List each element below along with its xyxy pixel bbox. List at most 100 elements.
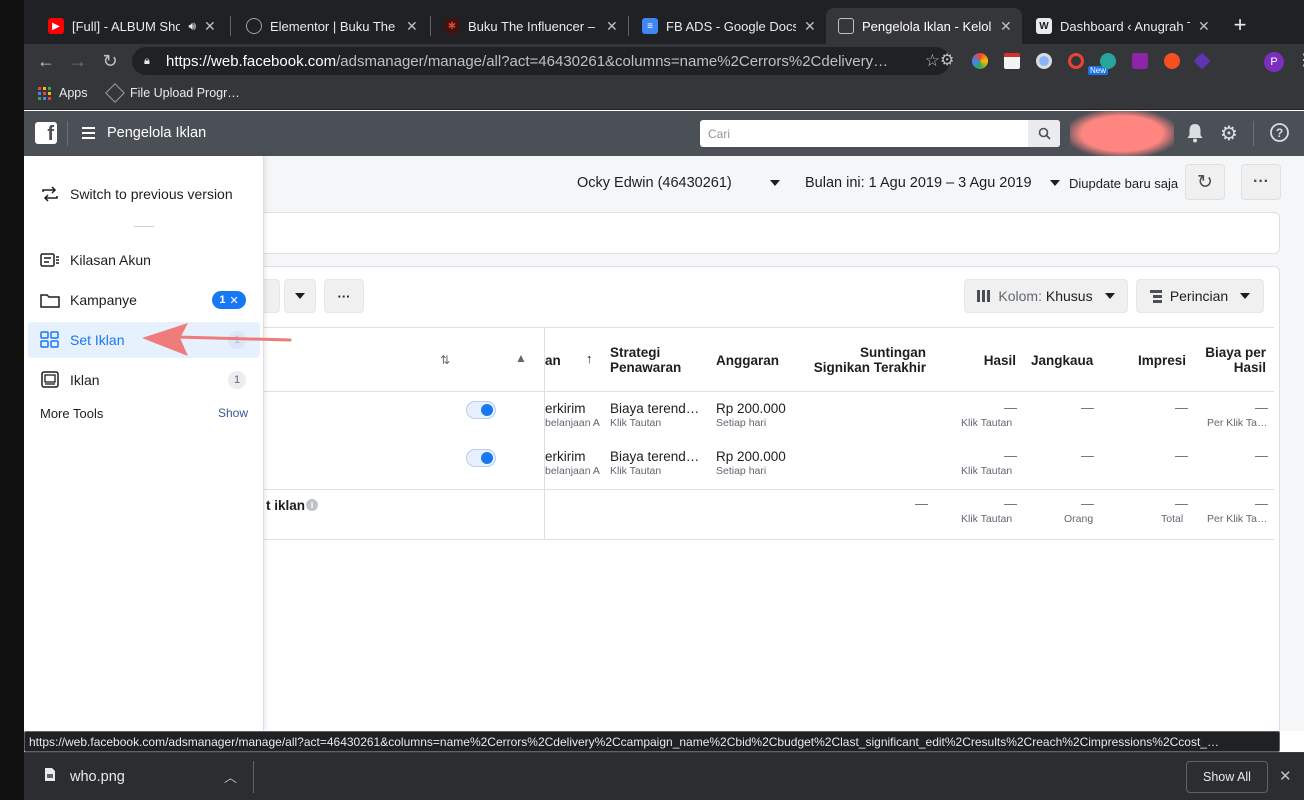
search-icon[interactable] [1028, 120, 1060, 147]
chevron-down-icon [769, 180, 780, 187]
diamond-extension-icon[interactable] [1193, 52, 1211, 70]
address-bar[interactable]: 🔒︎ https://web.facebook.com/adsmanager/m… [132, 47, 950, 75]
breakdown-button[interactable]: Perincian [1136, 279, 1264, 313]
sidebar-item-campaigns[interactable]: Kampanye 1 ✕ [28, 282, 260, 318]
circle-extension-icon[interactable] [1036, 53, 1052, 69]
close-tab-icon[interactable]: ✕ [1198, 18, 1210, 35]
search-input[interactable] [700, 120, 1026, 147]
sidebar-item-account-overview[interactable]: Kilasan Akun [28, 242, 260, 278]
browser-tab[interactable]: ✱ Buku The Influencer – O ✕ [432, 8, 628, 44]
facebook-logo-icon[interactable]: f [35, 122, 57, 144]
download-item[interactable]: who.png [44, 767, 125, 786]
color-extension-icon[interactable] [972, 53, 988, 69]
left-edge-strip [0, 0, 24, 800]
show-more-tools-link[interactable]: Show [218, 406, 248, 420]
browser-tab[interactable]: ▶ [Full] - ALBUM Sho 🔊︎ ✕ [36, 8, 226, 44]
more-actions-button[interactable]: ··· [324, 279, 364, 313]
summary-impressions-sub: Total [1161, 513, 1184, 525]
row-budget[interactable]: Rp 200.000 [716, 449, 786, 464]
tab-separator [628, 16, 629, 36]
close-tab-icon[interactable]: ✕ [406, 18, 418, 35]
info-icon[interactable]: i [306, 499, 318, 511]
site-icon: ✱ [444, 18, 460, 34]
switch-version-link[interactable]: Switch to previous version [28, 176, 260, 212]
show-all-button[interactable]: Show All [1186, 761, 1268, 793]
sort-arrow-up-icon[interactable]: ↑ [586, 351, 593, 366]
selected-count-badge[interactable]: 1 ✕ [212, 291, 246, 309]
help-icon[interactable]: ? [1270, 123, 1289, 148]
docs-icon: ≡ [642, 18, 658, 34]
bookmark-apps[interactable]: Apps [38, 86, 88, 100]
close-tab-icon[interactable]: ✕ [1000, 18, 1012, 35]
col-cost-header[interactable]: Biaya per Hasil [1194, 345, 1266, 375]
folder-icon [40, 290, 60, 310]
sidebar-item-ads[interactable]: Iklan 1 [28, 362, 260, 398]
filter-search-panel[interactable] [264, 212, 1280, 254]
account-selector[interactable]: Ocky Edwin (46430261) [577, 175, 780, 191]
browser-tab[interactable]: W Dashboard ‹ Anugrah T ✕ [1024, 8, 1220, 44]
col-reach-header[interactable]: Jangkaua [1031, 353, 1093, 368]
close-shelf-icon[interactable]: ✕ [1279, 767, 1292, 785]
reload-button[interactable]: ↻ [99, 50, 121, 72]
hamburger-menu-icon[interactable] [82, 127, 95, 139]
col-bid-header[interactable]: Strategi Penawaran [610, 345, 681, 375]
tab-separator [230, 16, 231, 36]
back-button[interactable]: ← [35, 50, 57, 72]
summary-cost: — [1255, 496, 1268, 511]
new-tab-button[interactable]: + [1227, 12, 1253, 38]
row-delivery: erkirim [545, 449, 586, 464]
col-impressions-header[interactable]: Impresi [1114, 353, 1186, 368]
bookmark-file-upload[interactable]: File Upload Progr… [105, 83, 240, 103]
calendar-extension-icon[interactable] [1004, 53, 1020, 69]
speaker-icon[interactable]: 🔊︎ [188, 19, 196, 34]
dropdown-button[interactable] [284, 279, 316, 313]
columns-button[interactable]: Kolom: Khusus [964, 279, 1128, 313]
settings-extension-icon[interactable]: ⚙ [940, 50, 956, 69]
refresh-button[interactable]: ↻ [1185, 164, 1225, 200]
more-options-button[interactable]: ··· [1241, 164, 1281, 200]
col-budget-header[interactable]: Anggaran [716, 353, 779, 368]
col-delivery-header[interactable]: an [545, 353, 561, 368]
summary-results: — [1004, 496, 1017, 511]
row-budget-sub: Setiap hari [716, 417, 767, 429]
google-extension-icon[interactable] [1068, 53, 1084, 69]
row-budget[interactable]: Rp 200.000 [716, 401, 786, 416]
notifications-bell-icon[interactable] [1186, 123, 1204, 149]
browser-tab[interactable]: Elementor | Buku The In ✕ [234, 8, 428, 44]
m-extension-icon[interactable] [1100, 53, 1116, 69]
summary-impressions: — [1175, 496, 1188, 511]
more-dots-icon: ··· [337, 288, 351, 304]
close-tab-icon[interactable]: ✕ [804, 18, 816, 35]
clear-selection-icon[interactable]: ✕ [229, 294, 238, 307]
col-last-edit-header[interactable]: Suntingan Signikan Terakhir [804, 345, 926, 375]
row-toggle[interactable] [466, 449, 496, 467]
row-results: — [1004, 448, 1017, 463]
sort-icon[interactable]: ⇅ [440, 353, 450, 367]
date-range-picker[interactable]: Bulan ini: 1 Agu 2019 – 3 Agu 2019 [805, 175, 1060, 191]
settings-gear-icon[interactable]: ⚙ [1220, 121, 1238, 146]
refresh-icon: ↻ [1197, 171, 1213, 193]
summary-reach: — [1081, 496, 1094, 511]
browser-menu-icon[interactable]: ⋮ [1296, 50, 1304, 70]
lock-icon: 🔒︎ [144, 54, 150, 67]
chevron-up-icon[interactable]: ︿ [224, 767, 237, 786]
browser-tab-active[interactable]: Pengelola Iklan - Kelola ✕ [826, 8, 1022, 44]
globe-icon [246, 18, 262, 34]
browser-tab-bar: ▶ [Full] - ALBUM Sho 🔊︎ ✕ Elementor | Bu… [24, 0, 1304, 44]
close-tab-icon[interactable]: ✕ [606, 18, 618, 35]
browser-tab[interactable]: ≡ FB ADS - Google Docs ✕ [630, 8, 826, 44]
row-bid: Biaya terend… [610, 401, 700, 416]
close-tab-icon[interactable]: ✕ [204, 18, 216, 35]
row-bid: Biaya terend… [610, 449, 700, 464]
row-cost-sub: Per Klik Ta… [1207, 417, 1268, 429]
x-extension-icon[interactable] [1132, 53, 1148, 69]
orange-extension-icon[interactable] [1164, 53, 1180, 69]
forward-button[interactable]: → [67, 50, 89, 72]
profile-avatar[interactable]: P [1264, 52, 1284, 72]
col-results-header[interactable]: Hasil [964, 353, 1016, 368]
chevron-down-icon [1104, 293, 1115, 299]
row-toggle[interactable] [466, 401, 496, 419]
facebook-ads-icon [838, 18, 854, 34]
bookmark-star-icon[interactable]: ☆ [925, 51, 940, 71]
file-icon [44, 767, 56, 786]
